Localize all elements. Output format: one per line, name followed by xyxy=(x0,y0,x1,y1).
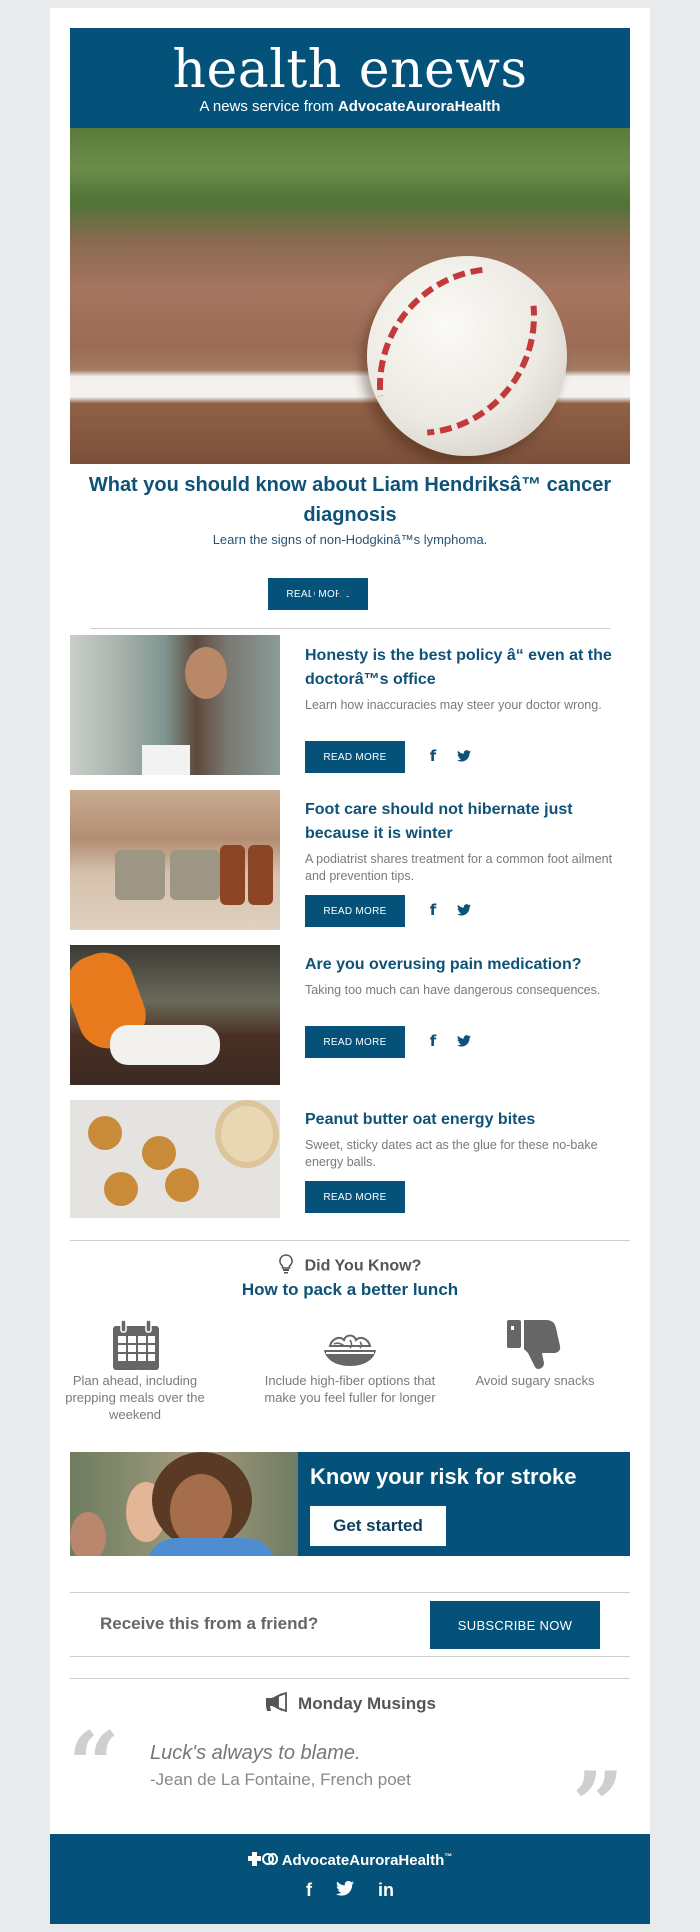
read-more-button[interactable]: READ MORE xyxy=(305,1181,405,1213)
thumbs-down-icon xyxy=(506,1318,562,1370)
boot-graphic xyxy=(248,845,273,905)
section-divider xyxy=(70,1592,630,1593)
article-description: Taking too much can have dangerous conse… xyxy=(305,983,601,997)
read-more-button[interactable]: READ MORE xyxy=(305,1026,405,1058)
chia-bowl-graphic xyxy=(215,1100,279,1168)
twitter-icon[interactable] xyxy=(453,748,475,766)
friend-prompt: Receive this from a friend? xyxy=(100,1614,319,1633)
hero-subtitle: Learn the signs of non-Hodgkinâ™s lympho… xyxy=(212,532,488,547)
read-more-button[interactable]: READ MORE xyxy=(305,741,405,773)
open-quote-icon: “ xyxy=(68,1712,120,1818)
section-divider xyxy=(70,1656,630,1657)
energy-bite-graphic xyxy=(88,1116,122,1150)
facebook-icon[interactable]: f xyxy=(423,901,443,919)
section-divider xyxy=(70,1678,630,1679)
trademark: ™ xyxy=(444,1852,453,1861)
twitter-icon[interactable] xyxy=(453,902,475,920)
footer: AdvocateAuroraHealth™ f in xyxy=(50,1834,650,1924)
stroke-banner[interactable]: Know your risk for stroke Get started xyxy=(298,1452,630,1556)
boot-graphic xyxy=(220,845,245,905)
hero-title[interactable]: What you should know about Liam Hendriks… xyxy=(80,470,620,530)
tagline: A news service from AdvocateAuroraHealth xyxy=(70,98,630,115)
clipboard-graphic xyxy=(142,745,190,775)
section-divider xyxy=(90,628,610,629)
calendar-icon xyxy=(111,1318,171,1373)
megaphone-icon xyxy=(264,1691,288,1717)
baseball-graphic xyxy=(247,146,630,464)
facebook-icon[interactable]: f xyxy=(306,1880,312,1901)
cross-logo-icon xyxy=(247,1852,278,1870)
shirt-graphic xyxy=(146,1538,276,1556)
article-title[interactable]: Foot care should not hibernate just beca… xyxy=(305,798,625,846)
stroke-banner-image[interactable] xyxy=(70,1452,298,1556)
did-you-know-subheading: How to pack a better lunch xyxy=(241,1280,459,1299)
hero-image[interactable] xyxy=(70,128,630,464)
facebook-icon[interactable]: f xyxy=(423,1032,443,1050)
article-thumbnail[interactable] xyxy=(70,1100,280,1218)
tagline-org: AdvocateAuroraHealth xyxy=(337,98,501,115)
read-more-button[interactable]: READ MORE xyxy=(305,895,405,927)
article-description: Learn how inaccuracies may steer your do… xyxy=(305,698,602,712)
get-started-button[interactable]: Get started xyxy=(310,1506,446,1546)
section-divider xyxy=(70,1240,630,1241)
twitter-icon[interactable] xyxy=(336,1880,354,1901)
footer-logo[interactable]: AdvocateAuroraHealth™ xyxy=(50,1834,650,1870)
subscribe-now-button[interactable]: SUBSCRIBE NOW xyxy=(430,1601,600,1649)
musings-label: Monday Musings xyxy=(298,1693,436,1713)
person-graphic xyxy=(185,647,227,699)
energy-bite-graphic xyxy=(165,1168,199,1202)
newsletter-card: health enews A news service from Advocat… xyxy=(50,8,650,1924)
footer-org-name: AdvocateAuroraHealth xyxy=(281,1852,445,1869)
tip-text: Avoid sugary snacks xyxy=(475,1373,595,1388)
tip-text: Plan ahead, including prepping meals ove… xyxy=(65,1373,205,1422)
facebook-icon[interactable]: f xyxy=(303,584,323,602)
boot-graphic xyxy=(170,850,220,900)
energy-bite-graphic xyxy=(104,1172,138,1206)
tagline-prefix: A news service from xyxy=(199,98,334,115)
facebook-icon[interactable]: f xyxy=(423,747,443,765)
musings-heading: Monday Musings xyxy=(50,1691,650,1717)
article-title[interactable]: Peanut butter oat energy bites xyxy=(305,1108,625,1132)
twitter-icon[interactable] xyxy=(333,585,355,603)
energy-bite-graphic xyxy=(142,1136,176,1170)
footer-social-links: f in xyxy=(50,1880,650,1901)
stroke-banner-title: Know your risk for stroke xyxy=(310,1464,577,1489)
quote-attribution: -Jean de La Fontaine, French poet xyxy=(150,1770,411,1789)
quote-text: Luck's always to blame. xyxy=(150,1742,361,1764)
masthead[interactable]: health enews A news service from Advocat… xyxy=(70,28,630,136)
article-thumbnail[interactable] xyxy=(70,945,280,1085)
pills-graphic xyxy=(110,1025,220,1065)
tip-text: Include high-fiber options that make you… xyxy=(264,1373,436,1405)
salad-bowl-icon xyxy=(322,1330,378,1370)
person-graphic xyxy=(70,1512,106,1556)
did-you-know-heading: Did You Know? xyxy=(50,1254,650,1279)
boot-graphic xyxy=(115,850,165,900)
twitter-icon[interactable] xyxy=(453,1033,475,1051)
article-description: A podiatrist shares treatment for a comm… xyxy=(305,852,613,883)
brand-logo: health enews xyxy=(172,40,528,100)
face-graphic xyxy=(170,1474,232,1548)
linkedin-icon[interactable]: in xyxy=(378,1880,394,1901)
article-thumbnail[interactable] xyxy=(70,790,280,930)
article-title[interactable]: Honesty is the best policy â“ even at th… xyxy=(305,644,625,692)
article-thumbnail[interactable] xyxy=(70,635,280,775)
did-you-know-label: Did You Know? xyxy=(304,1257,422,1275)
lightbulb-icon xyxy=(278,1254,293,1279)
article-description: Sweet, sticky dates act as the glue for … xyxy=(305,1138,598,1169)
article-title[interactable]: Are you overusing pain medication? xyxy=(305,953,625,977)
